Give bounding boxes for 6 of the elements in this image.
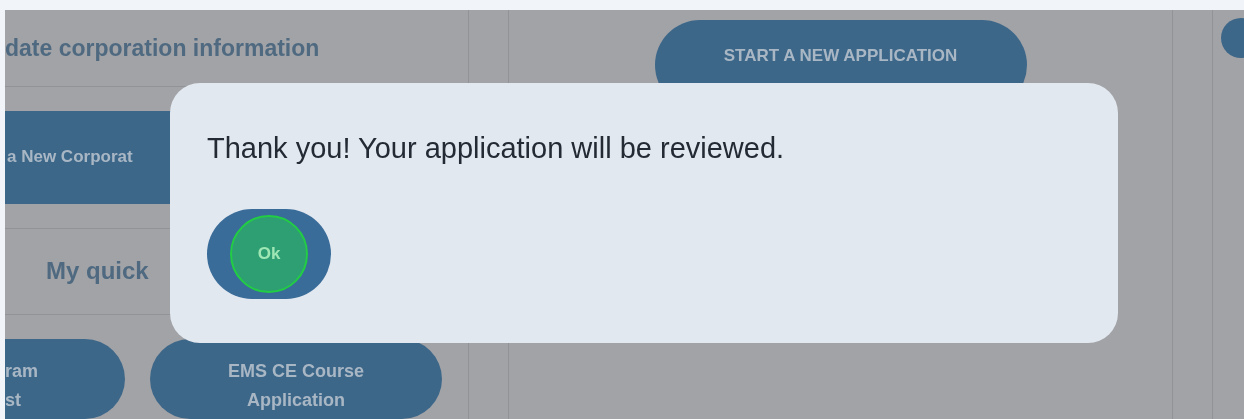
dialog-message: Thank you! Your application will be reviewed. [207, 131, 786, 166]
quick-link-button[interactable]: ram st [5, 339, 125, 419]
ok-button[interactable]: Ok [207, 209, 331, 299]
quick-link-button[interactable]: EMS CE Course Application [150, 339, 442, 419]
section-heading: My quick [46, 256, 149, 287]
section-heading: date corporation information [5, 33, 320, 63]
